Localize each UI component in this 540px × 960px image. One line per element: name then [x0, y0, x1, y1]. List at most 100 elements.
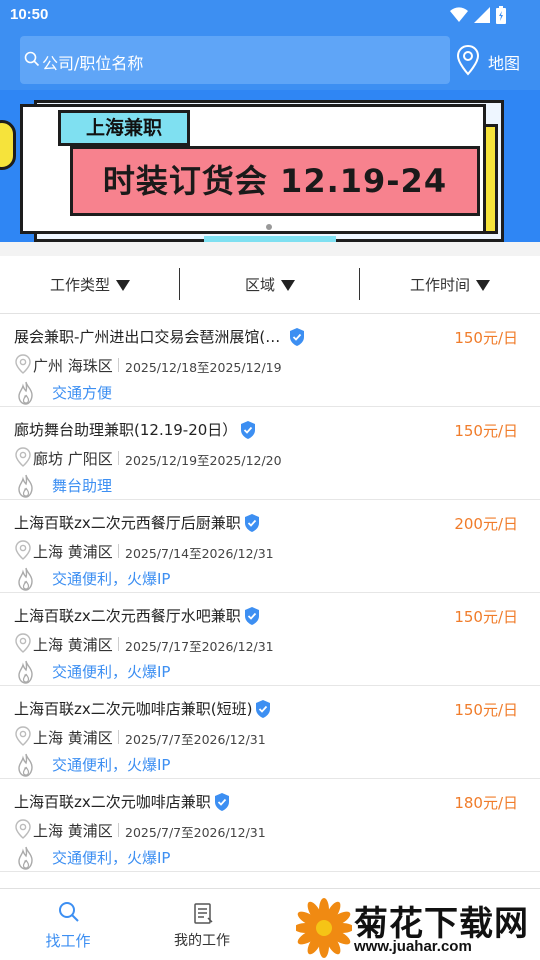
job-tags: 舞台助理 — [52, 477, 113, 495]
job-dates: 2025/12/19至2025/12/20 — [125, 453, 282, 468]
job-location: 廊坊 广阳区 — [33, 450, 113, 468]
job-list-item[interactable]: 上海百联zx二次元西餐厅水吧兼职 150元/日上海 黄浦区 2025/7/17至20… — [0, 593, 540, 686]
divider — [118, 637, 119, 651]
dropdown-arrow-icon — [116, 280, 130, 291]
job-list-item[interactable]: 展会兼职-广州进出口交易会琶洲展馆(1... 150元/日广州 海珠区 2025/1… — [0, 314, 540, 407]
job-list-item[interactable]: 上海百联zx二次元西餐厅后厨兼职 200元/日上海 黄浦区 2025/7/14至20… — [0, 500, 540, 593]
job-tags: 交通方便 — [52, 384, 113, 402]
tab-label: 我的工作 — [174, 933, 230, 949]
verified-badge-icon — [243, 606, 261, 630]
hot-fire-icon — [14, 845, 38, 875]
job-title: 上海百联zx二次元咖啡店兼职 — [14, 793, 211, 811]
job-salary: 150元/日 — [454, 608, 518, 626]
search-icon — [59, 902, 79, 922]
job-list[interactable]: 展会兼职-广州进出口交易会琶洲展馆(1... 150元/日 广州 海珠区 2025/1… — [0, 314, 540, 888]
location-pin-icon — [14, 819, 32, 843]
divider — [118, 451, 119, 465]
verified-badge-icon — [239, 420, 257, 444]
watermark-url: www.juahar.com — [354, 938, 472, 955]
job-list-item[interactable]: 上海百联zx二次元咖啡店兼职(短班) 150元/日上海 黄浦区 2025/7/7至2… — [0, 686, 540, 779]
hot-fire-icon — [14, 752, 38, 782]
status-icons — [450, 6, 506, 24]
job-list-item[interactable]: 上海百联zx二次元咖啡店兼职 180元/日上海 黄浦区 2025/7/7至2026/… — [0, 779, 540, 872]
location-pin-icon — [14, 540, 32, 564]
top-header: 公司/职位名称 地图 — [0, 32, 540, 90]
status-bar: 10:50 — [0, 0, 540, 32]
hot-fire-icon — [14, 473, 38, 503]
job-location: 上海 黄浦区 — [33, 636, 113, 654]
divider — [118, 358, 119, 372]
filter-work-time[interactable]: 工作时间 — [360, 256, 540, 313]
location-pin-icon — [14, 726, 32, 750]
job-dates: 2025/7/14至2026/12/31 — [125, 546, 274, 561]
tab-find-job[interactable]: 找工作 — [18, 889, 118, 960]
job-list-item[interactable] — [0, 872, 540, 888]
job-dates: 2025/7/7至2026/12/31 — [125, 825, 266, 840]
search-icon — [24, 51, 40, 67]
job-tags: 交通便利，火爆IP — [52, 756, 171, 774]
divider — [118, 730, 119, 744]
location-pin-icon — [14, 447, 32, 471]
verified-badge-icon — [213, 792, 231, 816]
location-pin-icon — [14, 633, 32, 657]
map-pin-icon — [456, 44, 480, 76]
battery-icon — [496, 6, 506, 24]
job-location: 广州 海珠区 — [33, 357, 113, 375]
job-dates: 2025/7/7至2026/12/31 — [125, 732, 266, 747]
location-pin-icon — [14, 354, 32, 378]
job-location: 上海 黄浦区 — [33, 543, 113, 561]
job-salary: 150元/日 — [454, 329, 518, 347]
hot-fire-icon — [14, 566, 38, 596]
filter-label: 区域 — [244, 276, 275, 294]
tab-my-work[interactable]: 我的工作 — [152, 889, 252, 960]
map-button[interactable]: 地图 — [456, 42, 536, 82]
banner-headline: 时装订货会 12.19-24 — [70, 146, 480, 216]
job-dates: 2025/7/17至2026/12/31 — [125, 639, 274, 654]
job-salary: 150元/日 — [454, 422, 518, 440]
watermark: 菊花下载网 www.juahar.com — [296, 896, 540, 960]
job-salary: 200元/日 — [454, 515, 518, 533]
divider — [118, 823, 119, 837]
carousel-indicator — [266, 224, 272, 230]
search-placeholder: 公司/职位名称 — [42, 54, 144, 73]
hot-fire-icon — [14, 659, 38, 689]
hot-fire-icon — [14, 380, 38, 410]
search-input[interactable]: 公司/职位名称 — [20, 36, 450, 84]
filter-label: 工作时间 — [409, 276, 470, 294]
dropdown-arrow-icon — [281, 280, 295, 291]
job-location: 上海 黄浦区 — [33, 729, 113, 747]
banner-decoration — [0, 120, 16, 170]
job-dates: 2025/12/18至2025/12/19 — [125, 360, 282, 375]
job-salary: 180元/日 — [454, 794, 518, 812]
divider — [118, 544, 119, 558]
clipboard-icon — [194, 903, 213, 924]
filter-bar: 工作类型 区域 工作时间 — [0, 256, 540, 314]
flower-logo-icon — [296, 898, 352, 958]
verified-badge-icon — [288, 327, 306, 351]
job-salary: 150元/日 — [454, 701, 518, 719]
status-time: 10:50 — [10, 6, 49, 23]
job-tags: 交通便利，火爆IP — [52, 663, 171, 681]
section-divider — [0, 242, 540, 256]
filter-job-type[interactable]: 工作类型 — [0, 256, 180, 313]
tab-label: 找工作 — [45, 932, 91, 950]
banner-tag: 上海兼职 — [58, 110, 190, 146]
job-title: 廊坊舞台助理兼职(12.19-20日） — [14, 421, 238, 439]
filter-area[interactable]: 区域 — [180, 256, 360, 313]
job-list-item[interactable]: 廊坊舞台助理兼职(12.19-20日） 150元/日廊坊 广阳区 2025/12/1… — [0, 407, 540, 500]
job-title: 上海百联zx二次元咖啡店兼职(短班) — [14, 700, 253, 718]
wifi-icon — [450, 7, 468, 23]
job-title: 上海百联zx二次元西餐厅后厨兼职 — [14, 514, 241, 532]
job-tags: 交通便利，火爆IP — [52, 849, 171, 867]
dropdown-arrow-icon — [476, 280, 490, 291]
promo-banner[interactable]: 上海兼职 时装订货会 12.19-24 — [0, 90, 540, 242]
verified-badge-icon — [254, 699, 272, 723]
job-title: 展会兼职-广州进出口交易会琶洲展馆(1... — [14, 328, 286, 346]
filter-label: 工作类型 — [49, 276, 110, 294]
job-location: 上海 黄浦区 — [33, 822, 113, 840]
job-title: 上海百联zx二次元西餐厅水吧兼职 — [14, 607, 241, 625]
map-label: 地图 — [488, 54, 521, 73]
signal-icon — [474, 7, 490, 23]
verified-badge-icon — [243, 513, 261, 537]
job-tags: 交通便利，火爆IP — [52, 570, 171, 588]
